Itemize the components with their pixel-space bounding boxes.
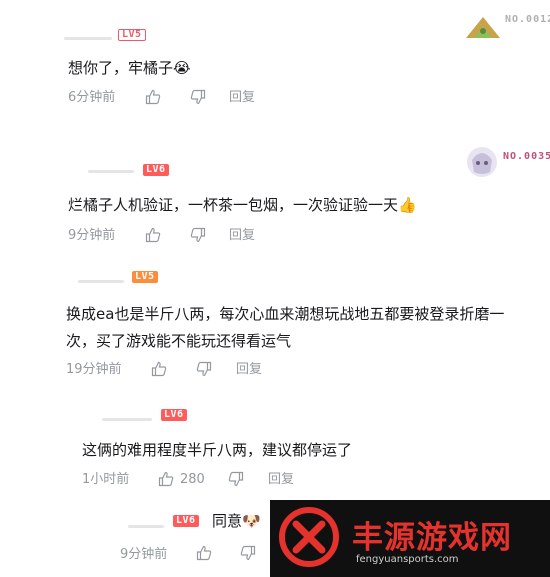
thumb-up-icon[interactable] <box>145 89 161 105</box>
level-badge: LV6 <box>173 515 199 527</box>
thumb-down-icon[interactable] <box>240 545 256 561</box>
reply-button[interactable]: 回复 <box>229 228 255 244</box>
comment-text: 这俩的难用程度半斤八两，建议都停运了 <box>82 441 353 459</box>
comment-time: 19分钟前 <box>66 362 122 377</box>
username[interactable] <box>64 37 112 40</box>
level-badge: LV5 <box>132 271 158 283</box>
like-count: 280 <box>180 472 205 487</box>
thumb-down-icon[interactable] <box>228 471 244 487</box>
emoji: 😭 <box>173 59 191 77</box>
fan-badge-number: NO.003526 <box>503 151 550 162</box>
comment-text: 烂橘子人机验证，一杯茶一包烟，一次验证验一天👍 <box>68 196 417 214</box>
emoji: 👍 <box>398 196 417 214</box>
watermark-url: fengyuansports.com <box>356 554 459 565</box>
username[interactable] <box>102 418 152 421</box>
comment-time: 9分钟前 <box>120 547 168 562</box>
reply-button[interactable]: 回复 <box>268 472 294 488</box>
username[interactable] <box>78 280 124 283</box>
emoji: 🐶 <box>242 512 261 530</box>
level-badge: LV6 <box>161 409 187 421</box>
thumb-up-icon[interactable] <box>196 545 212 561</box>
comment-text-line: 换成ea也是半斤八两，每次心血来潮想玩战地五都要被登录折磨一 <box>66 305 505 323</box>
thumb-up-icon[interactable] <box>145 227 161 243</box>
site-watermark: 丰源游戏网 fengyuansports.com <box>270 500 550 577</box>
avatar-badge-icon <box>466 146 498 178</box>
watermark-logo-icon <box>278 506 340 568</box>
reply-button[interactable]: 回复 <box>229 90 255 106</box>
comment-text: 同意🐶 <box>212 512 261 530</box>
fan-badge-number: NO.001247 <box>505 14 550 25</box>
comment-text-line: 次，买了游戏能不能玩还得看运气 <box>66 332 292 350</box>
username[interactable] <box>88 170 134 173</box>
thumb-down-icon[interactable] <box>196 361 212 377</box>
level-badge: LV5 <box>118 29 146 41</box>
level-badge: LV6 <box>143 164 169 176</box>
comment-time: 6分钟前 <box>68 90 116 105</box>
thumb-down-icon[interactable] <box>190 89 206 105</box>
reply-button[interactable]: 回复 <box>236 362 262 378</box>
comment-text: 想你了，牢橘子😭 <box>68 59 191 77</box>
thumb-up-icon[interactable] <box>151 361 167 377</box>
thumb-down-icon[interactable] <box>190 227 206 243</box>
watermark-title: 丰源游戏网 <box>352 520 512 556</box>
comment-time: 9分钟前 <box>68 228 116 243</box>
username[interactable] <box>128 525 164 528</box>
thumb-up-icon[interactable] <box>158 471 174 487</box>
fan-badge-icon <box>464 14 502 40</box>
comment-time: 1小时前 <box>82 472 130 487</box>
